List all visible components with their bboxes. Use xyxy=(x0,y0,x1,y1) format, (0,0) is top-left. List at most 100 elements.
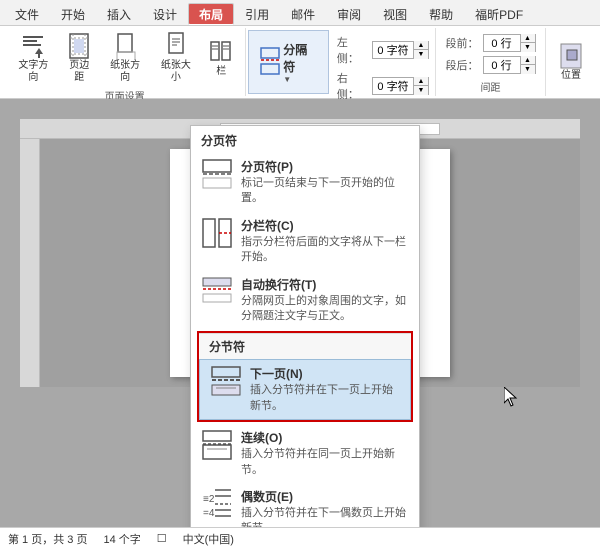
menu-item-continuous-title: 连续(O) xyxy=(241,429,409,446)
after-down[interactable]: ▼ xyxy=(521,65,535,74)
page-break-section-header: 分页符 xyxy=(191,126,419,153)
tab-review[interactable]: 审阅 xyxy=(326,3,372,25)
after-arrows: ▲ ▼ xyxy=(520,56,535,74)
spacing-group: 段前： ▲ ▼ 段后： xyxy=(436,28,546,96)
page-info: 第 1 页，共 3 页 xyxy=(8,531,87,547)
menu-item-text-wrap-desc: 分隔网页上的对象周围的文字，如分隔题注文字与正文。 xyxy=(241,294,409,325)
before-input[interactable] xyxy=(484,37,520,49)
indent-right-spin[interactable]: ▲ ▼ xyxy=(372,77,429,95)
menu-item-column-break-title: 分栏符(C) xyxy=(241,217,409,234)
columns-icon xyxy=(207,38,235,66)
size-button[interactable]: 纸张大小 xyxy=(153,30,200,86)
spacing-label: 间距 xyxy=(481,79,501,94)
menu-item-next-page[interactable]: 下一页(N) 插入分节符并在下一页上开始新节。 xyxy=(199,359,411,420)
indent-right-up[interactable]: ▲ xyxy=(414,77,428,86)
svg-text:=4: =4 xyxy=(203,508,215,519)
tab-design[interactable]: 设计 xyxy=(142,3,188,25)
text-direction-label: 文字方向 xyxy=(14,60,53,84)
indent-left-arrows: ▲ ▼ xyxy=(413,41,428,59)
menu-item-column-break[interactable]: 分栏符(C) 指示分栏符后面的文字将从下一栏开始。 xyxy=(191,212,419,271)
breaks-icon xyxy=(259,46,281,78)
ribbon: 文字方向 页边距 xyxy=(0,26,600,99)
svg-text:≡2: ≡2 xyxy=(203,494,215,505)
column-break-icon xyxy=(201,217,233,249)
char-count: 14 个字 xyxy=(103,531,140,547)
breaks-button[interactable]: 分隔符 ▼ xyxy=(255,39,322,86)
page-setup-icons: 文字方向 页边距 xyxy=(10,30,239,86)
before-spin[interactable]: ▲ ▼ xyxy=(483,34,536,52)
position-icons: 位置 xyxy=(553,30,589,94)
before-label: 段前： xyxy=(446,35,479,51)
text-direction-button[interactable]: 文字方向 xyxy=(10,30,57,86)
menu-item-continuous[interactable]: 连续(O) 插入分节符并在同一页上开始新节。 xyxy=(191,424,419,483)
indent-left-label: 左侧： xyxy=(337,34,368,66)
after-up[interactable]: ▲ xyxy=(521,56,535,65)
columns-label: 栏 xyxy=(216,66,226,78)
indent-left-input[interactable] xyxy=(373,44,413,56)
breaks-group: 分隔符 ▼ xyxy=(248,30,329,94)
indent-group: 左侧： ▲ ▼ 右侧： xyxy=(331,28,436,96)
text-wrap-icon xyxy=(201,276,233,308)
menu-item-continuous-desc: 插入分节符并在同一页上开始新节。 xyxy=(241,447,409,478)
menu-item-page-break[interactable]: 分页符(P) 标记一页结束与下一页开始的位置。 xyxy=(191,153,419,212)
text-direction-icon xyxy=(19,32,47,60)
tab-references[interactable]: 引用 xyxy=(234,3,280,25)
menu-item-even-page[interactable]: ≡2 =4 偶数页(E) 插入分节符并在下一偶数页上开始新节。 xyxy=(191,483,419,527)
section-break-bordered: 分节符 下一页(N) 插入分节符并在下一页上开始新节。 xyxy=(197,331,413,422)
after-input[interactable] xyxy=(484,59,520,71)
tab-bar: 文件 开始 插入 设计 布局 引用 邮件 审阅 视图 帮助 福昕PDF xyxy=(0,0,600,26)
orientation-icon xyxy=(111,32,139,60)
menu-item-even-page-title: 偶数页(E) xyxy=(241,488,409,505)
menu-item-next-page-desc: 插入分节符并在下一页上开始新节。 xyxy=(250,383,400,414)
tab-help[interactable]: 帮助 xyxy=(418,3,464,25)
orientation-label: 纸张方向 xyxy=(106,60,145,84)
tab-mailings[interactable]: 邮件 xyxy=(280,3,326,25)
position-label: 位置 xyxy=(561,70,581,82)
position-group: 位置 xyxy=(546,28,596,96)
size-icon xyxy=(162,32,190,60)
tab-file[interactable]: 文件 xyxy=(4,3,50,25)
indent-right-input[interactable] xyxy=(373,80,413,92)
tab-home[interactable]: 开始 xyxy=(50,3,96,25)
tab-foxit[interactable]: 福昕PDF xyxy=(464,3,534,25)
page-count: 第 1 页，共 3 页 xyxy=(8,531,87,547)
indent-left-up[interactable]: ▲ xyxy=(414,41,428,50)
indent-left-spin[interactable]: ▲ ▼ xyxy=(372,41,429,59)
before-up[interactable]: ▲ xyxy=(521,34,535,43)
breaks-menu: 分页符 分页符(P) 标记一页结束与下一页开始的位置。 xyxy=(190,125,420,527)
menu-item-page-break-title: 分页符(P) xyxy=(241,158,409,175)
tab-insert[interactable]: 插入 xyxy=(96,3,142,25)
main-area: 这是封面 ¶ ¶ ¶ ¶ ¶ xyxy=(0,99,600,527)
indent-right-arrows: ▲ ▼ xyxy=(413,77,428,95)
ribbon-content: 文字方向 页边距 xyxy=(0,26,600,98)
menu-item-column-break-desc: 指示分栏符后面的文字将从下一栏开始。 xyxy=(241,235,409,266)
menu-item-even-page-desc: 插入分节符并在下一偶数页上开始新节。 xyxy=(241,506,409,527)
after-label: 段后： xyxy=(446,57,479,73)
margins-button[interactable]: 页边距 xyxy=(61,30,98,86)
proofing-icon-item: ☐ xyxy=(157,532,167,545)
position-icon xyxy=(557,42,585,70)
indent-right-down[interactable]: ▼ xyxy=(414,86,428,95)
columns-button[interactable]: 栏 xyxy=(203,36,239,80)
indent-right-label: 右侧： xyxy=(337,70,368,102)
status-bar: 第 1 页，共 3 页 14 个字 ☐ 中文(中国) xyxy=(0,527,600,549)
even-page-icon: ≡2 =4 xyxy=(201,488,233,520)
page-setup-group: 文字方向 页边距 xyxy=(4,28,246,96)
indent-icons: 左侧： ▲ ▼ 右侧： xyxy=(337,30,429,102)
after-spin[interactable]: ▲ ▼ xyxy=(483,56,536,74)
indent-left-down[interactable]: ▼ xyxy=(414,50,428,59)
menu-item-text-wrap[interactable]: 自动换行符(T) 分隔网页上的对象周围的文字，如分隔题注文字与正文。 xyxy=(191,271,419,330)
tab-layout[interactable]: 布局 xyxy=(188,3,234,25)
page-break-icon xyxy=(201,158,233,190)
section-break-label: 分节符 xyxy=(199,333,411,359)
language-text: 中文(中国) xyxy=(183,531,234,547)
menu-item-continuous-text: 连续(O) 插入分节符并在同一页上开始新节。 xyxy=(241,429,409,478)
orientation-button[interactable]: 纸张方向 xyxy=(102,30,149,86)
position-button[interactable]: 位置 xyxy=(553,40,589,84)
menu-item-next-page-text: 下一页(N) 插入分节符并在下一页上开始新节。 xyxy=(250,365,400,414)
breaks-label: 分隔符 xyxy=(283,41,318,75)
breaks-icons: 分隔符 ▼ xyxy=(255,33,322,91)
tab-view[interactable]: 视图 xyxy=(372,3,418,25)
language-item: 中文(中国) xyxy=(183,531,234,547)
before-down[interactable]: ▼ xyxy=(521,43,535,52)
